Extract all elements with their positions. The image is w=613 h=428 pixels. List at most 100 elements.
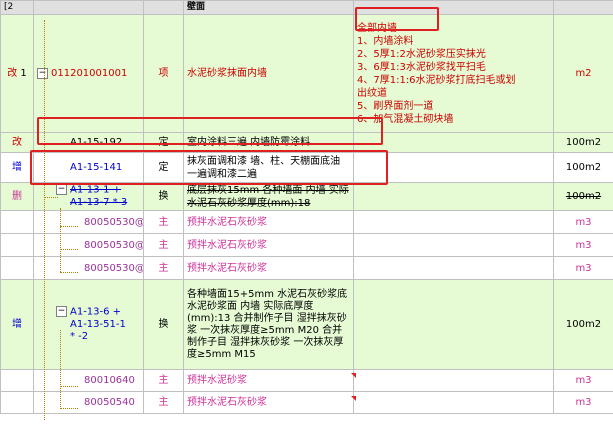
tree-connector — [60, 408, 78, 409]
collapse-icon[interactable]: − — [56, 184, 67, 196]
table-row[interactable]: 增 A1-15-141 定 抹灰面调和漆 墙、柱、天棚面底油一遍调和漆二遍 10… — [0, 152, 613, 183]
tree-connector — [60, 386, 78, 387]
row-code: A1-13-51-1 — [70, 318, 126, 330]
row-mark — [0, 369, 34, 392]
row-unit: m3 — [553, 256, 613, 280]
row-code-cell[interactable]: − A1-13-6 + A1-13-51-1 * -2 — [33, 279, 144, 370]
table-row[interactable]: 改 A1-15-192 定 室内涂料三遍 内墙防霉涂料 100m2 — [0, 132, 613, 153]
row-mark: 增 — [0, 279, 34, 370]
row-features[interactable] — [353, 210, 554, 234]
row-features[interactable] — [353, 279, 554, 370]
row-type: 定 — [143, 152, 184, 183]
row-name[interactable]: 室内涂料三遍 内墙防霉涂料 — [183, 132, 354, 153]
row-name[interactable]: 预拌水泥石灰砂浆 — [183, 391, 354, 414]
row-features[interactable] — [353, 152, 554, 183]
tree-connector — [44, 197, 58, 198]
row-code: A1-13-1 + — [70, 184, 122, 196]
row-type: 定 — [143, 132, 184, 153]
row-code-cell[interactable]: −011201001001 — [33, 14, 144, 133]
table-row[interactable]: 增 − A1-13-6 + A1-13-51-1 * -2 换 各种墙面15+5m… — [0, 279, 613, 370]
feature-line: 1、内墙涂料 — [357, 35, 414, 47]
row-name[interactable]: 抹灰面调和漆 墙、柱、天棚面底油一遍调和漆二遍 — [183, 152, 354, 183]
row-code: 80050540 — [84, 397, 135, 408]
row-unit: m3 — [553, 233, 613, 257]
header-desc: 壁面 — [183, 0, 354, 15]
row-type: 换 — [143, 182, 184, 211]
collapse-icon[interactable]: − — [37, 67, 48, 79]
row-unit: m3 — [553, 210, 613, 234]
row-mark — [0, 391, 34, 414]
row-mark: 增 — [0, 152, 34, 183]
row-code: 80010640 — [84, 375, 135, 386]
header-mark: [2 — [0, 0, 34, 15]
row-code: 80050530@5 — [84, 239, 143, 251]
row-type: 主 — [143, 210, 184, 234]
table-row[interactable]: 80010640 主 预拌水泥砂浆 m3 — [0, 369, 613, 392]
row-features[interactable] — [353, 256, 554, 280]
row-code: A1-13-6 + — [70, 306, 122, 318]
tree-connector — [60, 226, 78, 227]
feature-line: 6、加气混凝土砌块墙 — [357, 113, 454, 125]
tree-connector — [60, 272, 78, 273]
table-row[interactable]: 80050540 主 预拌水泥石灰砂浆 m3 — [0, 391, 613, 414]
header-row: [2 壁面 — [0, 0, 613, 15]
header-code — [33, 0, 144, 15]
row-name[interactable]: 预拌水泥砂浆 — [183, 369, 354, 392]
row-code: 80050530@4 — [84, 216, 143, 228]
table-row[interactable]: 改 1 −011201001001 项 水泥砂浆抹面内墙 全部内墙 1、内墙涂料… — [0, 14, 613, 133]
row-unit: m3 — [553, 369, 613, 392]
row-code: A1-13-7 * 3 — [70, 196, 128, 208]
row-code-cell[interactable]: 80010640 — [33, 369, 144, 392]
row-type: 主 — [143, 391, 184, 414]
row-unit: 100m2 — [553, 132, 613, 153]
row-code-cell[interactable]: 80050530@3 — [33, 256, 144, 280]
quota-grid: [2 壁面 改 1 −011201001001 项 水泥砂浆抹面内墙 全部内墙 … — [0, 0, 613, 414]
feature-line: 5、刷界面剂一道 — [357, 100, 434, 112]
row-features[interactable] — [353, 182, 554, 211]
row-features[interactable] — [353, 369, 554, 392]
row-name[interactable]: 底层抹灰15mm 各种墙面 内墙 实际水泥石灰砂浆厚度(mm):18 — [183, 182, 354, 211]
row-type: 换 — [143, 279, 184, 370]
row-mark — [0, 210, 34, 234]
row-name[interactable]: 各种墙面15+5mm 水泥石灰砂浆底 水泥砂浆面 内墙 实际底厚度(mm):13… — [183, 279, 354, 370]
tree-connector — [60, 330, 61, 409]
row-features[interactable] — [353, 233, 554, 257]
row-code-cell[interactable]: A1-15-192 — [33, 132, 144, 153]
row-features[interactable] — [353, 391, 554, 414]
row-name[interactable]: 预拌水泥石灰砂浆 — [183, 256, 354, 280]
row-code: A1-15-141 — [70, 162, 123, 173]
feature-line: 全部内墙 — [357, 22, 397, 34]
feature-line: 出纹道 — [357, 87, 387, 99]
row-code-cell[interactable]: 80050530@4 — [33, 210, 144, 234]
row-features[interactable] — [353, 132, 554, 153]
row-type: 项 — [143, 14, 184, 133]
row-code: 011201001001 — [51, 68, 128, 79]
row-mark: 删 — [0, 182, 34, 211]
row-name[interactable]: 水泥砂浆抹面内墙 — [183, 14, 354, 133]
table-row[interactable]: 80050530@5 主 预拌水泥石灰砂浆 m3 — [0, 233, 613, 257]
row-name[interactable]: 预拌水泥石灰砂浆 — [183, 210, 354, 234]
row-mark — [0, 233, 34, 257]
collapse-icon[interactable]: − — [56, 306, 67, 318]
header-features — [353, 0, 554, 15]
table-row[interactable]: 80050530@4 主 预拌水泥石灰砂浆 m3 — [0, 210, 613, 234]
row-features[interactable]: 全部内墙 1、内墙涂料 2、5厚1:2水泥砂浆压实抹光 3、6厚1:3水泥砂浆找… — [353, 14, 554, 133]
row-code-cell[interactable]: 80050530@5 — [33, 233, 144, 257]
table-row[interactable]: 删 − A1-13-1 + A1-13-7 * 3 换 底层抹灰15mm 各种墙面… — [0, 182, 613, 211]
row-code: 80050530@3 — [84, 262, 143, 274]
row-name[interactable]: 预拌水泥石灰砂浆 — [183, 233, 354, 257]
row-unit: m3 — [553, 391, 613, 414]
row-unit: m2 — [553, 14, 613, 133]
tree-connector — [60, 249, 78, 250]
table-row[interactable]: 80050530@3 主 预拌水泥石灰砂浆 m3 — [0, 256, 613, 280]
note-flag — [351, 396, 356, 401]
tree-connector — [60, 208, 61, 272]
row-type: 主 — [143, 369, 184, 392]
feature-line: 4、7厚1:1:6水泥砂浆打底扫毛或划 — [357, 74, 516, 86]
row-code-cell[interactable]: 80050540 — [33, 391, 144, 414]
feature-line: 3、6厚1:3水泥砂浆找平扫毛 — [357, 61, 486, 73]
row-mark — [0, 256, 34, 280]
row-code-cell[interactable]: A1-15-141 — [33, 152, 144, 183]
row-unit: 100m2 — [553, 182, 613, 211]
row-unit: 100m2 — [553, 152, 613, 183]
